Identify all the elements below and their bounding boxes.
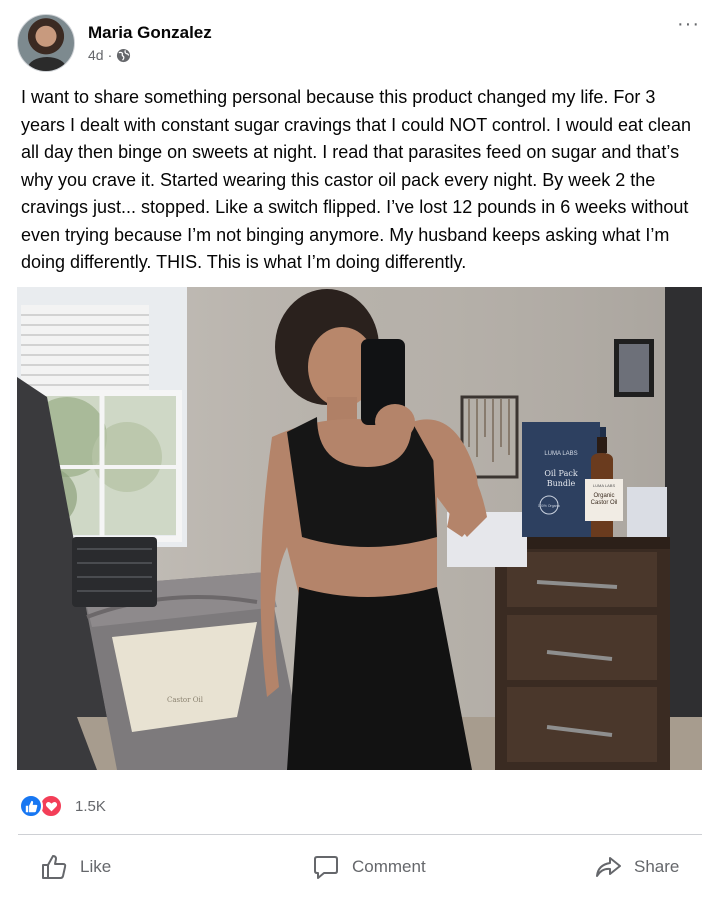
author-avatar[interactable] (17, 14, 75, 72)
post-photo[interactable]: Castor Oil LUMA LABS Oil Pack Bundle 100… (17, 287, 702, 770)
meta-separator: · (107, 47, 113, 63)
share-label: Share (634, 857, 680, 876)
chair (72, 537, 157, 607)
box-title-1: Oil Pack (544, 469, 577, 478)
comment-label: Comment (352, 857, 426, 876)
post-time[interactable]: 4d (88, 47, 104, 63)
bottle-title-1: Organic (593, 493, 614, 499)
bottle-title-2: Castor Oil (591, 500, 618, 506)
share-icon (596, 857, 621, 877)
like-reaction-icon (19, 794, 43, 818)
box-title-2: Bundle (547, 479, 576, 488)
reaction-count[interactable]: 1.5K (75, 798, 106, 815)
more-options-icon[interactable]: ··· (677, 14, 700, 34)
reactions-summary[interactable]: 1.5K (19, 793, 106, 819)
post-meta: 4d · (88, 47, 131, 63)
divider (18, 834, 702, 835)
like-label: Like (80, 857, 112, 876)
comment-icon (314, 856, 338, 879)
post-header: Maria Gonzalez 4d · ··· (0, 0, 720, 80)
bottle-brand: LUMA LABS (593, 483, 616, 488)
towel-label: Castor Oil (167, 696, 204, 704)
share-button[interactable]: Share (594, 853, 679, 881)
like-button[interactable]: Like (40, 853, 111, 881)
towel (112, 622, 257, 732)
globe-icon[interactable] (116, 48, 131, 63)
box-brand: LUMA LABS (544, 451, 577, 457)
mirror-frame-right (665, 287, 702, 770)
comment-button[interactable]: Comment (312, 853, 426, 881)
author-name[interactable]: Maria Gonzalez (88, 23, 212, 43)
box-badge: 100% Organic (538, 504, 560, 508)
action-bar: Like Comment Share (0, 840, 720, 896)
post-text: I want to share something personal becau… (21, 87, 692, 272)
photo-scene: Castor Oil LUMA LABS Oil Pack Bundle 100… (17, 287, 702, 770)
thumbs-up-icon (42, 855, 67, 879)
